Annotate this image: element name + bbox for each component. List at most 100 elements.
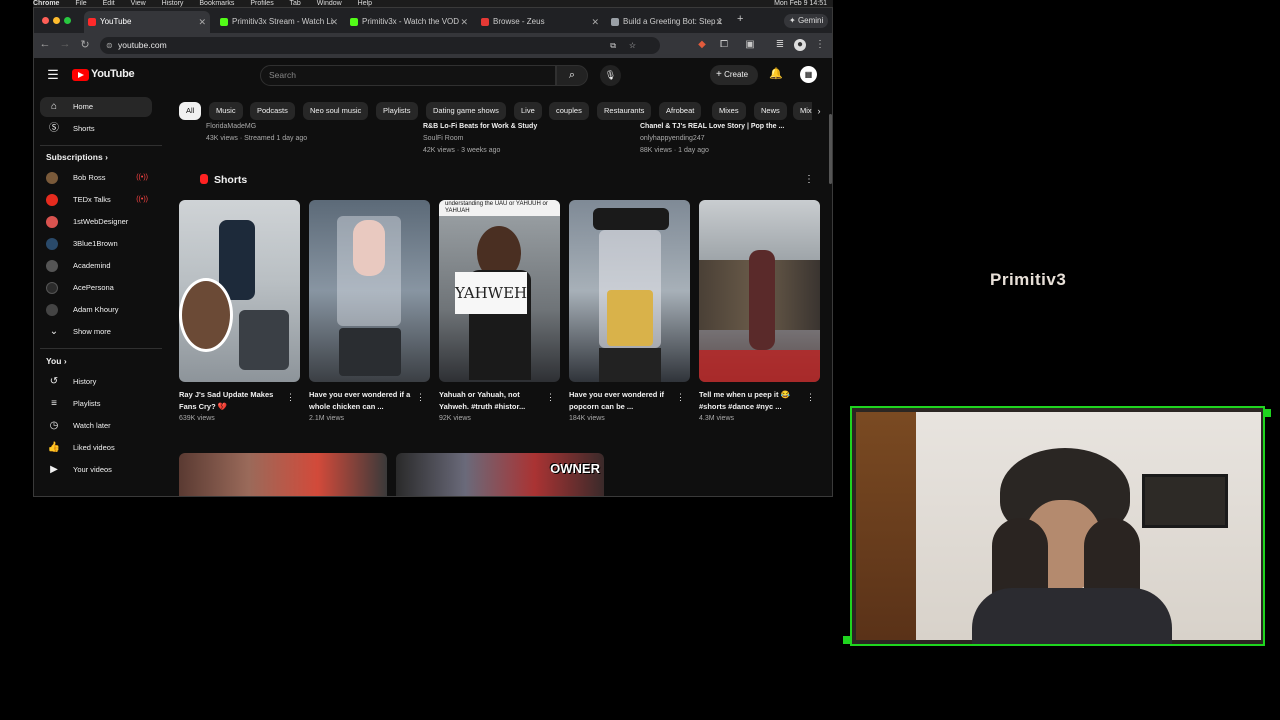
you-header[interactable]: You ›	[46, 356, 67, 366]
sidebar-item-history[interactable]: ↺ History	[40, 372, 152, 392]
short-card[interactable]: Tell me when u peep it 😂 #shorts #dance …	[699, 200, 820, 422]
video-meta[interactable]: R&B Lo-Fi Beats for Work & Study SoulFi …	[423, 121, 537, 157]
short-title[interactable]: Tell me when u peep it 😂 #shorts #dance …	[699, 389, 809, 413]
address-bar[interactable]: ⊜ youtube.com ⧉ ☆	[100, 37, 660, 54]
video-meta[interactable]: FloridaMadeMG 43K views · Streamed 1 day…	[206, 121, 307, 145]
sidebar-item-tedx-talks[interactable]: TEDx Talks ((•))	[40, 190, 152, 210]
short-card[interactable]: Ray J's Sad Update Makes Fans Cry? 💔 639…	[179, 200, 300, 422]
short-more-options-icon[interactable]: ⋮	[286, 392, 295, 403]
forward-button[interactable]: →	[58, 38, 72, 50]
chip-podcasts[interactable]: Podcasts	[250, 102, 295, 120]
gemini-button[interactable]: ✦ Gemini	[784, 14, 829, 28]
chip-restaurants[interactable]: Restaurants	[597, 102, 652, 120]
short-more-options-icon[interactable]: ⋮	[806, 392, 815, 403]
sidebar-item-your-videos[interactable]: ▶ Your videos	[40, 460, 152, 480]
channel-name[interactable]: onlyhappyending247	[640, 133, 784, 145]
channel-name[interactable]: FloridaMadeMG	[206, 121, 307, 133]
video-thumbnail[interactable]	[179, 453, 387, 496]
menu-edit[interactable]: Edit	[103, 0, 115, 7]
chips-next-chevron-icon[interactable]: ›	[812, 102, 826, 120]
close-tab-icon[interactable]: ✕	[591, 11, 599, 33]
menu-file[interactable]: File	[75, 0, 86, 7]
notifications-bell-icon[interactable]: 🔔	[768, 67, 784, 83]
zoom-window-button[interactable]	[64, 17, 71, 24]
chip-dating-game-shows[interactable]: Dating game shows	[426, 102, 506, 120]
short-title[interactable]: Have you ever wondered if popcorn can be…	[569, 389, 679, 413]
tab-youtube[interactable]: YouTube ✕	[84, 11, 210, 33]
tab-zeus[interactable]: Browse - Zeus ✕	[477, 11, 603, 33]
chip-all[interactable]: All	[179, 102, 202, 120]
short-thumbnail[interactable]	[309, 200, 430, 382]
search-button[interactable]: ⌕	[556, 65, 588, 86]
chip-playlists[interactable]: Playlists	[376, 102, 418, 120]
extensions-puzzle-icon[interactable]: ⧠	[718, 39, 730, 51]
search-input[interactable]: Search	[260, 65, 556, 86]
hamburger-menu-icon[interactable]: ☰	[44, 66, 62, 84]
extension-icon[interactable]: ◆	[696, 39, 708, 51]
short-title[interactable]: Ray J's Sad Update Makes Fans Cry? 💔	[179, 389, 289, 413]
menu-chrome[interactable]: Chrome	[33, 0, 59, 7]
sidebar-item-3blue1brown[interactable]: 3Blue1Brown	[40, 234, 152, 254]
new-tab-button[interactable]: +	[737, 13, 743, 25]
close-tab-icon[interactable]: ✕	[330, 11, 338, 33]
page-scrollbar[interactable]	[829, 114, 832, 184]
chip-couples[interactable]: couples	[549, 102, 589, 120]
short-thumbnail[interactable]	[179, 200, 300, 382]
video-meta[interactable]: Chanel & TJ's REAL Love Story | Pop the …	[640, 121, 784, 157]
menu-tab[interactable]: Tab	[290, 0, 301, 7]
short-thumbnail[interactable]: understanding the UAU or YAHUUH or YAHUA…	[439, 200, 560, 382]
sidebar-show-more[interactable]: ⌄ Show more	[40, 322, 152, 342]
menu-bookmarks[interactable]: Bookmarks	[199, 0, 234, 7]
short-more-options-icon[interactable]: ⋮	[676, 392, 685, 403]
menu-profiles[interactable]: Profiles	[250, 0, 273, 7]
short-card[interactable]: Have you ever wondered if a whole chicke…	[309, 200, 430, 422]
tab-greeting-bot[interactable]: Build a Greeting Bot: Step 1 ✕	[607, 11, 727, 33]
short-thumbnail[interactable]	[569, 200, 690, 382]
account-avatar[interactable]: ▦	[800, 66, 817, 83]
tab-primitiv3x-vod[interactable]: Primitiv3x - Watch the VOD ✕	[346, 11, 472, 33]
tab-search-icon[interactable]: ≣	[774, 39, 786, 51]
channel-name[interactable]: SoulFi Room	[423, 133, 537, 145]
chip-music[interactable]: Music	[209, 102, 243, 120]
short-thumbnail[interactable]	[699, 200, 820, 382]
chip-neo-soul-music[interactable]: Neo soul music	[303, 102, 369, 120]
profile-avatar-icon[interactable]: ●	[794, 39, 806, 51]
sidebar-item-academind[interactable]: Academind	[40, 256, 152, 276]
voice-search-button[interactable]: 🎙	[600, 65, 621, 86]
minimize-window-button[interactable]	[53, 17, 60, 24]
chip-news[interactable]: News	[754, 102, 787, 120]
sidebar-item-watch-later[interactable]: ◷ Watch later	[40, 416, 152, 436]
close-tab-icon[interactable]: ✕	[460, 11, 468, 33]
video-title[interactable]: Chanel & TJ's REAL Love Story | Pop the …	[640, 123, 784, 130]
site-info-icon[interactable]: ⊜	[106, 37, 113, 54]
create-button[interactable]: + Create	[710, 65, 758, 85]
video-title[interactable]: R&B Lo-Fi Beats for Work & Study	[423, 123, 537, 130]
close-tab-icon[interactable]: ✕	[198, 11, 206, 33]
sidebar-item-liked-videos[interactable]: 👍 Liked videos	[40, 438, 152, 458]
sidebar-item-1stwebdesigner[interactable]: 1stWebDesigner	[40, 212, 152, 232]
sidebar-item-bob-ross[interactable]: Bob Ross ((•))	[40, 168, 152, 188]
reload-button[interactable]: ↻	[78, 38, 92, 51]
short-title[interactable]: Yahuah or Yahuah, not Yahweh. #truth #hi…	[439, 389, 549, 413]
bookmark-star-icon[interactable]: ☆	[629, 37, 636, 54]
sidebar-item-acepersona[interactable]: AcePersona	[40, 278, 152, 298]
short-more-options-icon[interactable]: ⋮	[546, 392, 555, 403]
short-card[interactable]: Have you ever wondered if popcorn can be…	[569, 200, 690, 422]
sidebar-item-playlists[interactable]: ≡ Playlists	[40, 394, 152, 414]
short-more-options-icon[interactable]: ⋮	[416, 392, 425, 403]
webcam-resize-handle[interactable]	[1263, 409, 1271, 417]
short-card[interactable]: understanding the UAU or YAHUUH or YAHUA…	[439, 200, 560, 422]
short-title[interactable]: Have you ever wondered if a whole chicke…	[309, 389, 419, 413]
shelf-more-options-icon[interactable]: ⋮	[804, 174, 814, 185]
back-button[interactable]: ←	[38, 38, 52, 50]
subscriptions-header[interactable]: Subscriptions ›	[46, 152, 108, 162]
sidepanel-icon[interactable]: ▣	[744, 39, 756, 51]
menu-view[interactable]: View	[131, 0, 146, 7]
sidebar-item-adam-khoury[interactable]: Adam Khoury	[40, 300, 152, 320]
install-app-icon[interactable]: ⧉	[610, 37, 616, 54]
video-thumbnail[interactable]: OWNER	[396, 453, 604, 496]
webcam-resize-handle[interactable]	[843, 636, 851, 644]
menu-window[interactable]: Window	[317, 0, 342, 7]
close-tab-icon[interactable]: ✕	[715, 11, 723, 33]
menu-help[interactable]: Help	[358, 0, 372, 7]
